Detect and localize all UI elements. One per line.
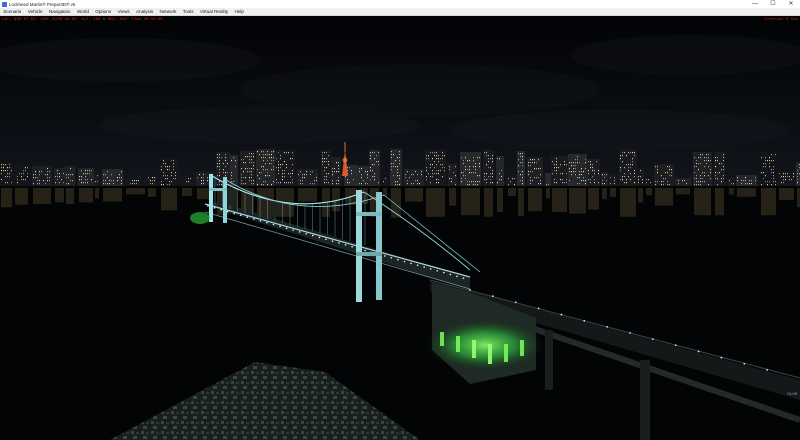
menu-tools[interactable]: Tools	[180, 9, 197, 14]
menu-virtual-reality[interactable]: Virtual Reality	[197, 9, 232, 14]
menu-bar: Scenario Vehicle Navigation World Option…	[0, 8, 800, 16]
app-window: Lockheed Martin® Prepar3D® v5 — ☐ ✕ Scen…	[0, 0, 800, 440]
menu-help[interactable]: Help	[231, 9, 247, 14]
bay-water	[0, 186, 800, 440]
menu-views[interactable]: Views	[114, 9, 133, 14]
menu-navigation[interactable]: Navigation	[46, 9, 74, 14]
maximize-button[interactable]: ☐	[764, 0, 782, 8]
hud-position-readout: LAT: N35°37.59' LON: E139°46.04' ALT: 15…	[2, 18, 163, 22]
title-bar: Lockheed Martin® Prepar3D® v5 — ☐ ✕	[0, 0, 800, 8]
menu-options[interactable]: Options	[92, 9, 114, 14]
close-button[interactable]: ✕	[782, 0, 800, 8]
menu-analysis[interactable]: Analysis	[133, 9, 156, 14]
menu-scenario[interactable]: Scenario	[0, 9, 25, 14]
app-icon	[2, 1, 7, 7]
menu-network[interactable]: Network	[156, 9, 179, 14]
simulator-viewport[interactable]	[0, 16, 800, 440]
menu-world[interactable]: World	[74, 9, 92, 14]
window-title: Lockheed Martin® Prepar3D® v5	[9, 1, 76, 7]
menu-vehicle[interactable]: Vehicle	[25, 9, 46, 14]
corner-label: DLVR	[787, 393, 797, 397]
hud-status-readout: Internal 0 fps	[764, 18, 798, 22]
window-controls: — ☐ ✕	[746, 0, 800, 8]
minimize-button[interactable]: —	[746, 0, 764, 8]
